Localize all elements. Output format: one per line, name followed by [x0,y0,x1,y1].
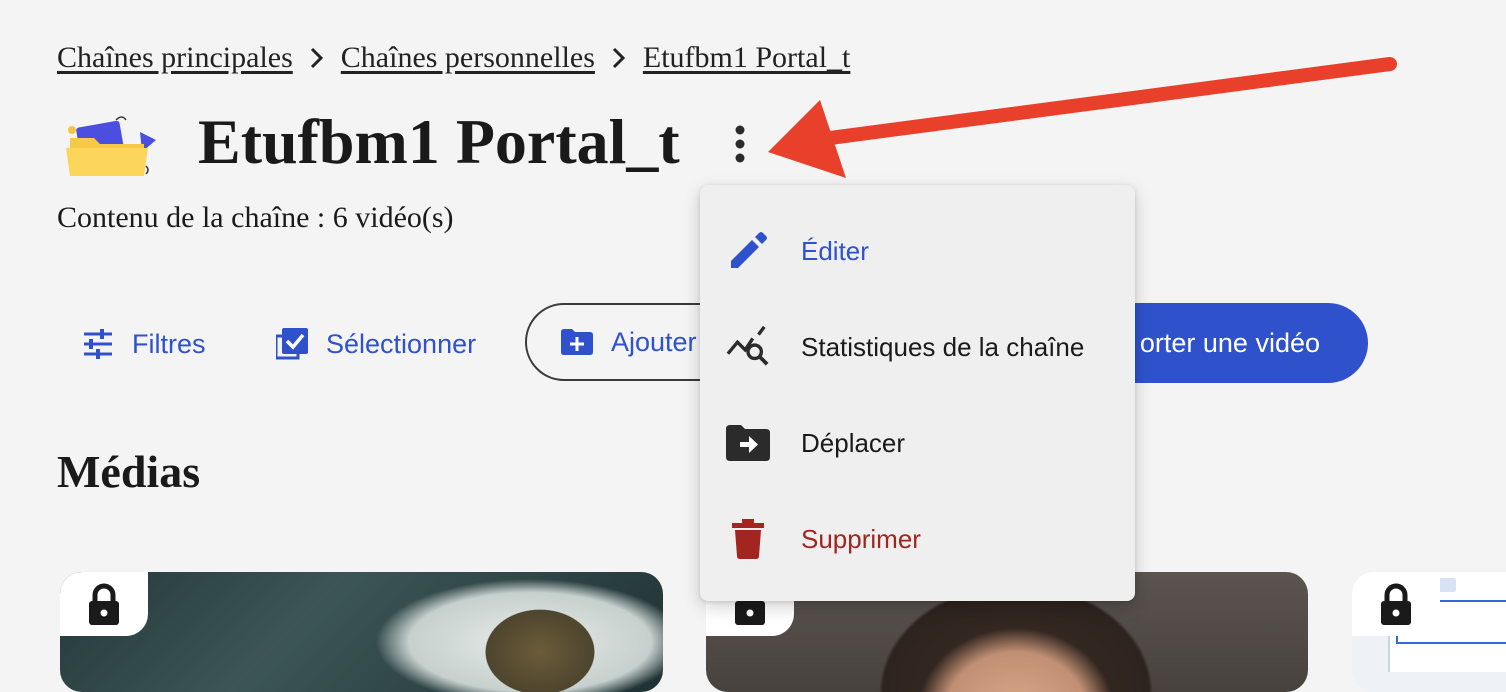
lock-icon [89,583,119,625]
menu-item-label: Statistiques de la chaîne [801,331,1085,362]
trash-icon [726,513,770,565]
lock-badge [60,572,148,636]
menu-item-move[interactable]: Déplacer [700,395,1135,491]
media-card[interactable] [1352,572,1506,692]
folder-move-icon [726,417,770,469]
chevron-right-icon [595,40,643,76]
lock-badge [1352,572,1440,636]
select-label: Sélectionner [326,328,477,359]
filters-button[interactable]: Filtres [82,322,206,366]
upload-video-label: orter une vidéo [1139,327,1320,358]
breadcrumb-link-main-channels[interactable]: Chaînes principales [57,41,293,75]
menu-item-statistics[interactable]: Statistiques de la chaîne [700,299,1135,395]
page-title: Etufbm1 Portal_t [198,106,680,177]
menu-item-label: Éditer [801,235,869,266]
menu-item-edit[interactable]: Éditer [700,203,1135,299]
breadcrumb-link-current-channel[interactable]: Etufbm1 Portal_t [643,41,850,75]
add-label: Ajouter [611,326,697,357]
channel-content-count: Contenu de la chaîne : 6 vidéo(s) [57,201,454,234]
section-title-media: Médias [57,446,201,497]
menu-item-label: Déplacer [801,427,906,458]
chart-search-icon [726,321,770,373]
folder-video-icon [60,110,160,182]
menu-item-delete[interactable]: Supprimer [700,491,1135,587]
folder-plus-icon [561,329,593,355]
breadcrumb-link-personal-channels[interactable]: Chaînes personnelles [341,41,595,75]
menu-item-label: Supprimer [801,523,921,554]
lock-icon [1381,583,1411,625]
channel-options-menu: Éditer Statistiques de la chaîne Déplace… [700,185,1135,601]
tune-icon [84,329,112,359]
select-button[interactable]: Sélectionner [276,322,476,366]
media-card[interactable] [60,572,663,692]
pencil-icon [726,225,770,277]
more-vertical-icon [733,124,747,169]
filters-label: Filtres [132,328,206,359]
breadcrumb: Chaînes principales Chaînes personnelles… [57,40,850,76]
checkbox-multiple-icon [276,328,308,360]
more-options-button[interactable] [720,122,760,170]
chevron-right-icon [293,40,341,76]
